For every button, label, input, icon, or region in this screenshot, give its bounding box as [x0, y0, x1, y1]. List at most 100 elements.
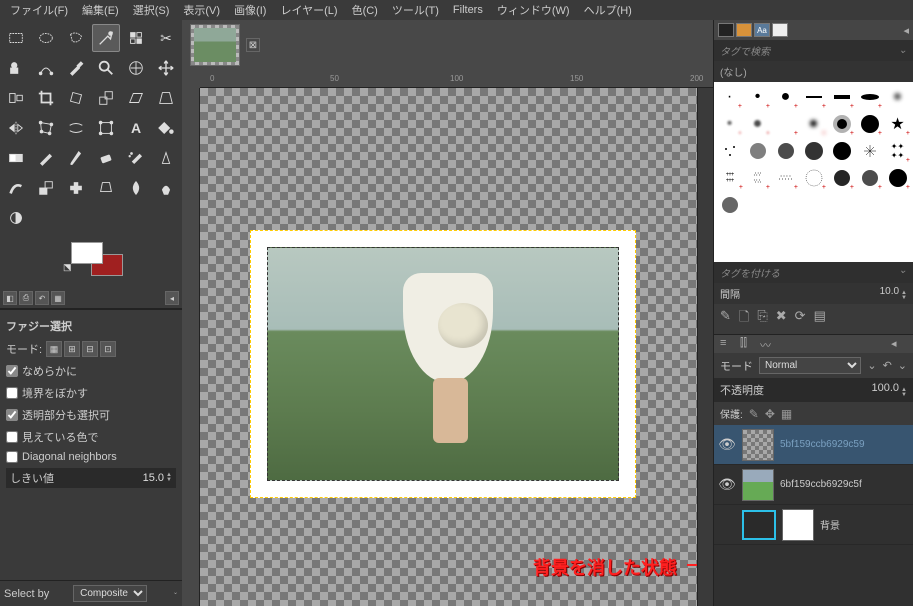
tool-scissors[interactable]: ✂: [152, 24, 180, 52]
tool-ellipse-select[interactable]: [32, 24, 60, 52]
brush-open-icon[interactable]: ▤: [814, 308, 826, 330]
tool-flip[interactable]: [2, 114, 30, 142]
brush-item[interactable]: +: [800, 84, 827, 110]
brush-item[interactable]: [856, 138, 883, 164]
opacity-value[interactable]: 100.0: [872, 382, 900, 394]
brush-tag-input[interactable]: タグを付ける: [720, 265, 780, 280]
brush-item[interactable]: ∴∵∵∴+: [744, 165, 771, 191]
menu-select[interactable]: 選択(S): [127, 0, 176, 20]
brush-item[interactable]: [716, 192, 743, 218]
rtab-fonts-icon[interactable]: Aa: [754, 23, 770, 37]
brush-item[interactable]: ●+: [744, 111, 771, 137]
brush-item[interactable]: [828, 138, 855, 164]
tool-rotate[interactable]: [62, 84, 90, 112]
tool-warp[interactable]: [62, 114, 90, 142]
menu-file[interactable]: ファイル(F): [4, 0, 74, 20]
layer-item[interactable]: 背景: [714, 505, 913, 545]
tool-bucket-fill[interactable]: [152, 114, 180, 142]
threshold-input[interactable]: [124, 472, 164, 484]
tool-airbrush[interactable]: [122, 144, 150, 172]
tool-smudge[interactable]: [152, 174, 180, 202]
rtab-patterns-icon[interactable]: [736, 23, 752, 37]
layer-item[interactable]: 👁 6bf159ccb6929c5f: [714, 465, 913, 505]
brush-item[interactable]: +: [856, 84, 883, 110]
brush-filter-none[interactable]: (なし): [714, 61, 913, 82]
brush-edit-icon[interactable]: ✎: [720, 308, 731, 330]
canvas[interactable]: 背景を消した状態: [200, 88, 697, 606]
layer-thumbnail[interactable]: [782, 509, 814, 541]
feather-checkbox[interactable]: [6, 387, 18, 399]
menu-layer[interactable]: レイヤー(L): [274, 0, 343, 20]
brush-item[interactable]: [800, 138, 827, 164]
visibility-toggle-icon[interactable]: 👁: [718, 436, 736, 453]
dock-tab-tool-options[interactable]: ◧: [3, 291, 17, 305]
layer-thumbnail-highlighted[interactable]: [742, 510, 776, 540]
tool-move[interactable]: [152, 54, 180, 82]
lock-alpha-icon[interactable]: ▦: [781, 407, 792, 421]
layer-item[interactable]: 👁 5bf159ccb6929c59: [714, 425, 913, 465]
sample-merged-checkbox[interactable]: [6, 431, 18, 443]
menu-filters[interactable]: Filters: [447, 2, 489, 18]
ruler-horizontal[interactable]: 0 50 100 150 200: [200, 70, 713, 88]
menu-windows[interactable]: ウィンドウ(W): [491, 0, 576, 20]
brush-item[interactable]: +: [828, 84, 855, 110]
brush-search-input[interactable]: タグで検索: [720, 43, 770, 58]
brush-item[interactable]: +++++++: [716, 165, 743, 191]
menu-view[interactable]: 表示(V): [177, 0, 226, 20]
brush-item[interactable]: ·+: [716, 84, 743, 110]
tool-unified-transform[interactable]: [92, 114, 120, 142]
dock-tab-menu[interactable]: ◂: [165, 291, 179, 305]
brush-item[interactable]: +: [856, 111, 883, 137]
tool-paintbrush[interactable]: [62, 144, 90, 172]
layers-tab-icon[interactable]: ≡: [720, 337, 736, 351]
vertical-scrollbar[interactable]: [697, 88, 713, 606]
menu-help[interactable]: ヘルプ(H): [578, 0, 638, 20]
brush-item[interactable]: [716, 138, 743, 164]
tool-fuzzy-select[interactable]: [92, 24, 120, 52]
mode-switch-icon[interactable]: ⌄: [898, 359, 907, 372]
brush-refresh-icon[interactable]: ⟳: [795, 308, 806, 330]
visibility-toggle-icon[interactable]: 👁: [718, 476, 736, 493]
tool-text[interactable]: A: [122, 114, 150, 142]
brush-item[interactable]: ●+: [800, 111, 827, 137]
rtab-document-icon[interactable]: [772, 23, 788, 37]
tool-scale[interactable]: [92, 84, 120, 112]
tool-crop[interactable]: [32, 84, 60, 112]
brush-item[interactable]: +: [800, 165, 827, 191]
mode-subtract-icon[interactable]: ⊟: [82, 341, 98, 357]
lock-pixels-icon[interactable]: ✎: [749, 407, 759, 421]
transparent-checkbox[interactable]: [6, 409, 18, 421]
layer-name-label[interactable]: 背景: [820, 517, 909, 532]
mode-reset-icon[interactable]: ↶: [883, 359, 892, 372]
brush-item[interactable]: [772, 138, 799, 164]
tool-clone[interactable]: [32, 174, 60, 202]
layers-menu-icon[interactable]: ◂: [891, 337, 907, 351]
tool-dodge-burn[interactable]: [2, 204, 30, 232]
tool-perspective-clone[interactable]: [92, 174, 120, 202]
tool-perspective[interactable]: [152, 84, 180, 112]
tool-paths[interactable]: [32, 54, 60, 82]
brush-item[interactable]: ✦✦✦✦+: [884, 138, 911, 164]
mode-intersect-icon[interactable]: ⊡: [100, 341, 116, 357]
mode-replace-icon[interactable]: ▦: [46, 341, 62, 357]
diagonal-checkbox[interactable]: [6, 451, 18, 463]
brush-item[interactable]: ●+: [772, 84, 799, 110]
select-by-chevron[interactable]: ⌄: [173, 591, 178, 596]
tool-align[interactable]: [2, 84, 30, 112]
tool-heal[interactable]: [62, 174, 90, 202]
tool-mypaint[interactable]: [2, 174, 30, 202]
tool-shear[interactable]: [122, 84, 150, 112]
antialias-checkbox[interactable]: [6, 365, 18, 377]
brush-new-icon[interactable]: 🗋: [739, 308, 749, 330]
brush-item[interactable]: ★+: [884, 111, 911, 137]
brush-item[interactable]: ∴∵∴+: [772, 165, 799, 191]
tool-ink[interactable]: [152, 144, 180, 172]
dock-tab-image[interactable]: ▦: [51, 291, 65, 305]
menu-image[interactable]: 画像(I): [228, 0, 272, 20]
menu-colors[interactable]: 色(C): [346, 0, 384, 20]
paths-tab-icon[interactable]: 〰: [760, 337, 776, 351]
tool-blur[interactable]: [122, 174, 150, 202]
brush-item[interactable]: +: [772, 111, 799, 137]
layer-thumbnail[interactable]: [742, 469, 774, 501]
threshold-stepper[interactable]: ▲▼: [166, 473, 172, 483]
